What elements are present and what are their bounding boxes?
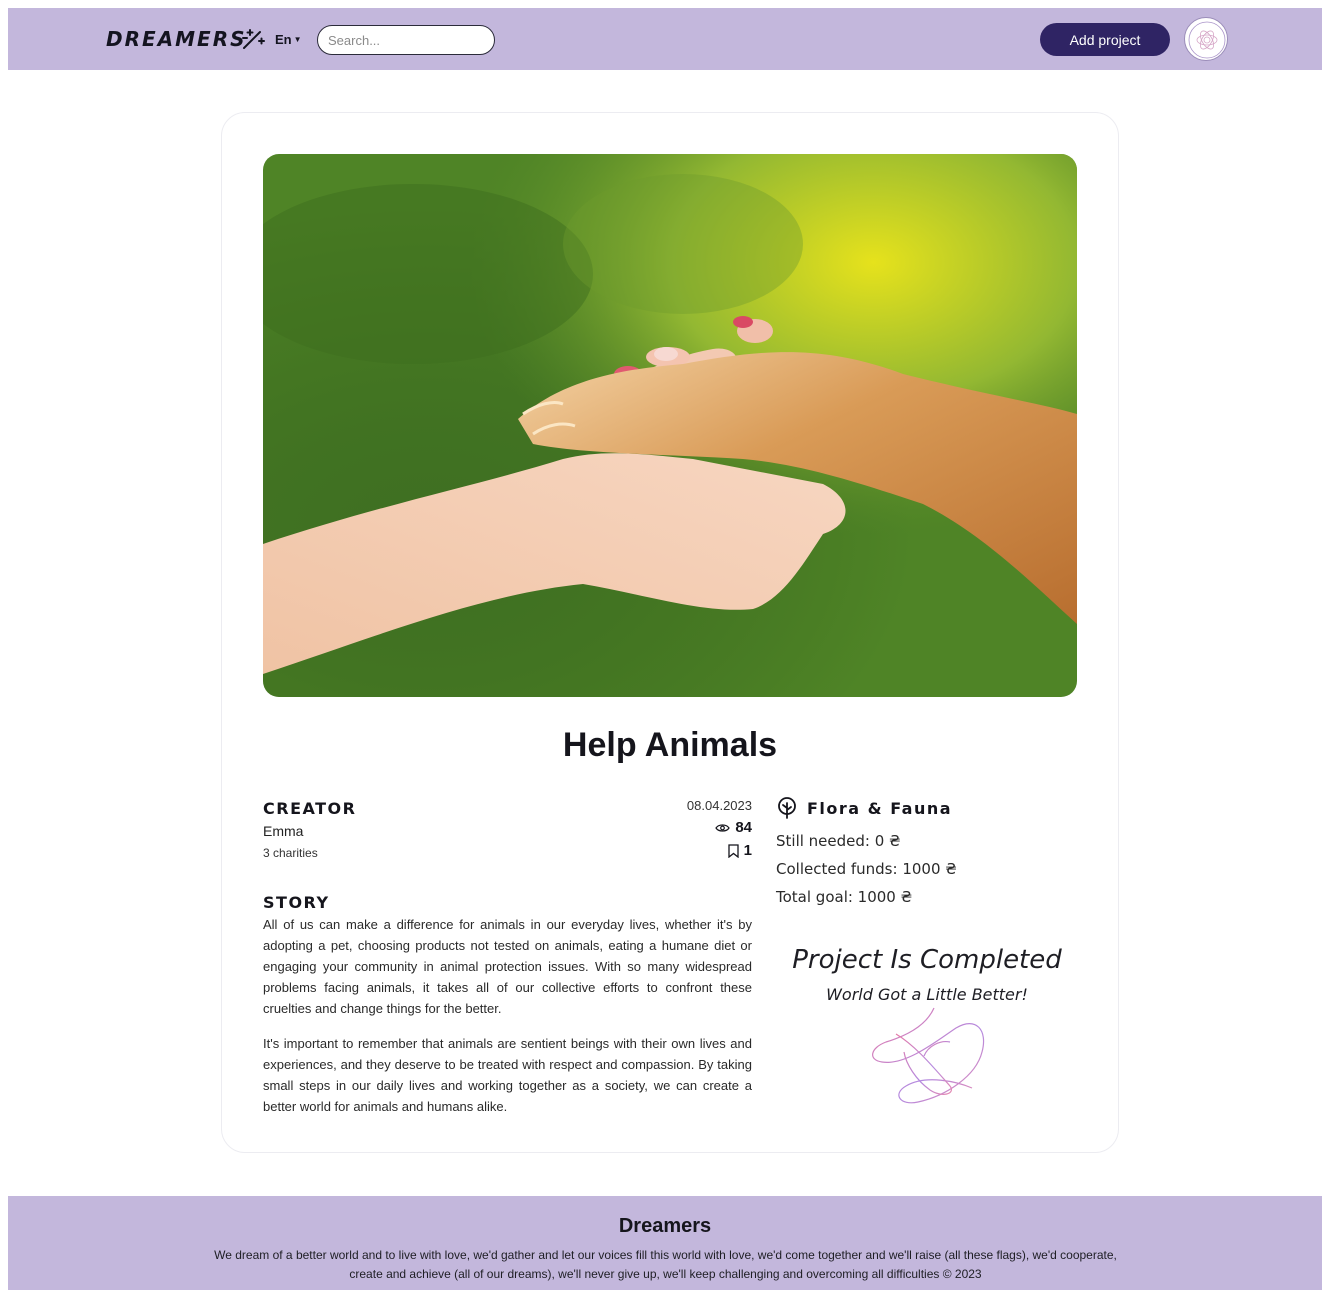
completed-title: Project Is Completed <box>792 945 1062 975</box>
magic-wand-sparkle-icon <box>242 29 265 49</box>
user-avatar-icon[interactable] <box>1184 17 1228 61</box>
views-count: 84 <box>660 819 752 836</box>
tree-leaf-icon <box>778 797 796 819</box>
project-title: Help Animals <box>562 726 778 764</box>
bookmarks-count[interactable]: 1 <box>660 842 752 859</box>
views-value: 84 <box>735 819 752 836</box>
eye-icon <box>715 823 731 832</box>
heart-scribble-icon <box>872 1007 985 1104</box>
collected-funds: Collected funds: 1000 ₴ <box>776 860 957 878</box>
top-navbar: DREAMERS En▼ Add project <box>8 8 1322 70</box>
caret-down-icon: ▼ <box>293 35 302 44</box>
search-input[interactable] <box>317 25 495 55</box>
story-paragraph-2: It's important to remember that animals … <box>263 1036 752 1114</box>
still-needed: Still needed: 0 ₴ <box>776 832 901 850</box>
creator-charities-count: 3 charities <box>263 846 318 860</box>
footer-text: We dream of a better world and to live w… <box>214 1248 1117 1281</box>
creator-name[interactable]: Emma <box>263 823 303 839</box>
footer: Dreamers We dream of a better world and … <box>8 1196 1322 1290</box>
story-heading: STORY <box>263 893 330 912</box>
project-hero-image <box>263 154 1077 697</box>
creator-heading: CREATOR <box>263 799 357 818</box>
project-date: 08.04.2023 <box>686 798 752 813</box>
footer-title: Dreamers <box>618 1215 712 1237</box>
bookmarks-value: 1 <box>743 842 752 859</box>
language-label: En <box>275 32 292 47</box>
bookmark-icon <box>728 843 739 858</box>
add-project-button[interactable]: Add project <box>1040 23 1170 56</box>
logo[interactable]: DREAMERS <box>106 27 247 51</box>
project-category[interactable]: Flora & Fauna <box>776 797 952 819</box>
completed-subtitle: World Got a Little Better! <box>826 985 1028 1004</box>
language-selector[interactable]: En ▼ <box>275 32 302 47</box>
total-goal: Total goal: 1000 ₴ <box>776 888 913 906</box>
category-label: Flora & Fauna <box>807 798 953 818</box>
story-paragraph-1: All of us can make a difference for anim… <box>263 917 752 1016</box>
